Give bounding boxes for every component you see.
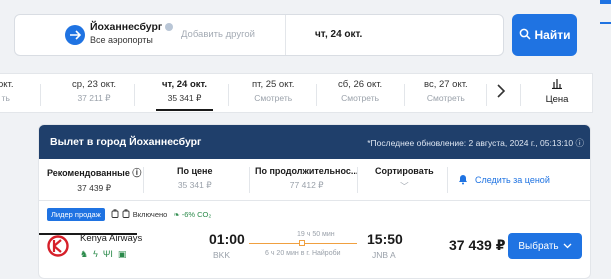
flight-price: 37 439 ₽ xyxy=(449,237,506,253)
info-icon: ⓘ xyxy=(575,138,584,148)
results-title: Вылет в город Йоханнесбург xyxy=(50,136,202,148)
tag-co2: ❧ -6% CO₂ xyxy=(173,210,212,219)
date-cell[interactable]: сб, 26 окт. Смотреть xyxy=(338,79,382,103)
chevron-down-icon: ﹀ xyxy=(400,181,409,191)
remove-chip-icon[interactable] xyxy=(165,23,174,31)
find-label: Найти xyxy=(534,28,571,42)
price-chart-label: Цена xyxy=(545,94,569,105)
destination-chip[interactable]: Йоханнесбург Все аэропорты xyxy=(90,21,174,45)
search-bar: Йоханнесбург Все аэропорты Добавить друг… xyxy=(0,0,611,72)
top-accent-line xyxy=(600,22,611,24)
destination-sub: Все аэропорты xyxy=(90,35,153,45)
airline-name: Kenya Airways xyxy=(80,233,143,244)
meal-icon: ΨΙ xyxy=(102,249,113,259)
price-chart-button[interactable]: Цена xyxy=(532,77,582,105)
kenya-airways-logo xyxy=(47,235,69,257)
date-cell-active[interactable]: чт, 24 окт. 35 341 ₽ xyxy=(156,79,213,111)
tag-bestseller: Лидер продаж xyxy=(47,208,105,221)
date-field[interactable]: чт, 24 окт. xyxy=(315,29,362,40)
results-card: Вылет в город Йоханнесбург *Последнее об… xyxy=(38,124,591,279)
leaf-icon: ❧ xyxy=(173,210,180,219)
flight-duration: 19 ч 50 мин xyxy=(297,231,335,238)
amenities: ♞ ϟ ΨΙ ▣ xyxy=(80,249,126,260)
departure-airport: BKK xyxy=(213,250,231,260)
sort-dropdown[interactable]: Сортировать ﹀ xyxy=(375,166,434,192)
sort-recommended[interactable]: Рекомендованные ⓘ 37 439 ₽ xyxy=(47,166,141,194)
sort-price[interactable]: По цене 35 341 ₽ xyxy=(177,166,212,191)
flight-tags: Лидер продаж Включено ❧ -6% CO₂ xyxy=(47,208,211,221)
top-accent xyxy=(600,0,611,4)
search-box: Йоханнесбург Все аэропорты Добавить друг… xyxy=(14,14,504,56)
destination-field[interactable]: Йоханнесбург Все аэропорты Добавить друг… xyxy=(15,15,286,55)
date-cell[interactable]: пт, 25 окт. Смотреть xyxy=(252,79,294,103)
chevron-down-icon xyxy=(563,241,572,252)
select-button[interactable]: Выбрать xyxy=(508,233,582,259)
luggage-icon xyxy=(122,209,130,220)
follow-price-link[interactable]: Следить за ценой xyxy=(457,173,550,187)
bell-icon xyxy=(457,173,469,187)
plane-icon xyxy=(65,25,85,45)
last-updated: *Последнее обновление: 2 августа, 2024 г… xyxy=(367,138,584,148)
power-icon: ϟ xyxy=(93,249,98,259)
screen-icon: ▣ xyxy=(117,249,127,259)
tag-luggage: Включено xyxy=(111,209,167,220)
chevron-right-icon[interactable] xyxy=(496,83,506,104)
date-cell[interactable]: окт. ть xyxy=(0,79,13,103)
date-cell[interactable]: вс, 27 окт. Смотреть xyxy=(424,79,468,103)
results-header: Вылет в город Йоханнесбург *Последнее об… xyxy=(39,125,590,159)
destination-city: Йоханнесбург xyxy=(90,21,174,33)
arrival-time: 15:50 xyxy=(367,231,403,247)
find-button[interactable]: Найти xyxy=(512,14,577,56)
date-cell[interactable]: ср, 23 окт. 37 211 ₽ xyxy=(72,79,116,104)
sort-duration[interactable]: По продолжительнос... 77 412 ₽ xyxy=(255,166,358,191)
arrival-airport: JNB A xyxy=(372,250,396,260)
luggage-icon xyxy=(111,209,119,220)
add-other-destination[interactable]: Добавить другой xyxy=(181,29,255,40)
bar-chart-icon xyxy=(532,77,582,92)
seat-icon: ♞ xyxy=(80,249,89,259)
date-strip: окт. ть ср, 23 окт. 37 211 ₽ чт, 24 окт.… xyxy=(0,73,593,113)
search-icon xyxy=(519,28,531,43)
route-stop-marker xyxy=(299,240,305,246)
transfer-info: 6 ч 20 мин в г. Найроби xyxy=(265,250,341,257)
departure-time: 01:00 xyxy=(209,231,245,247)
